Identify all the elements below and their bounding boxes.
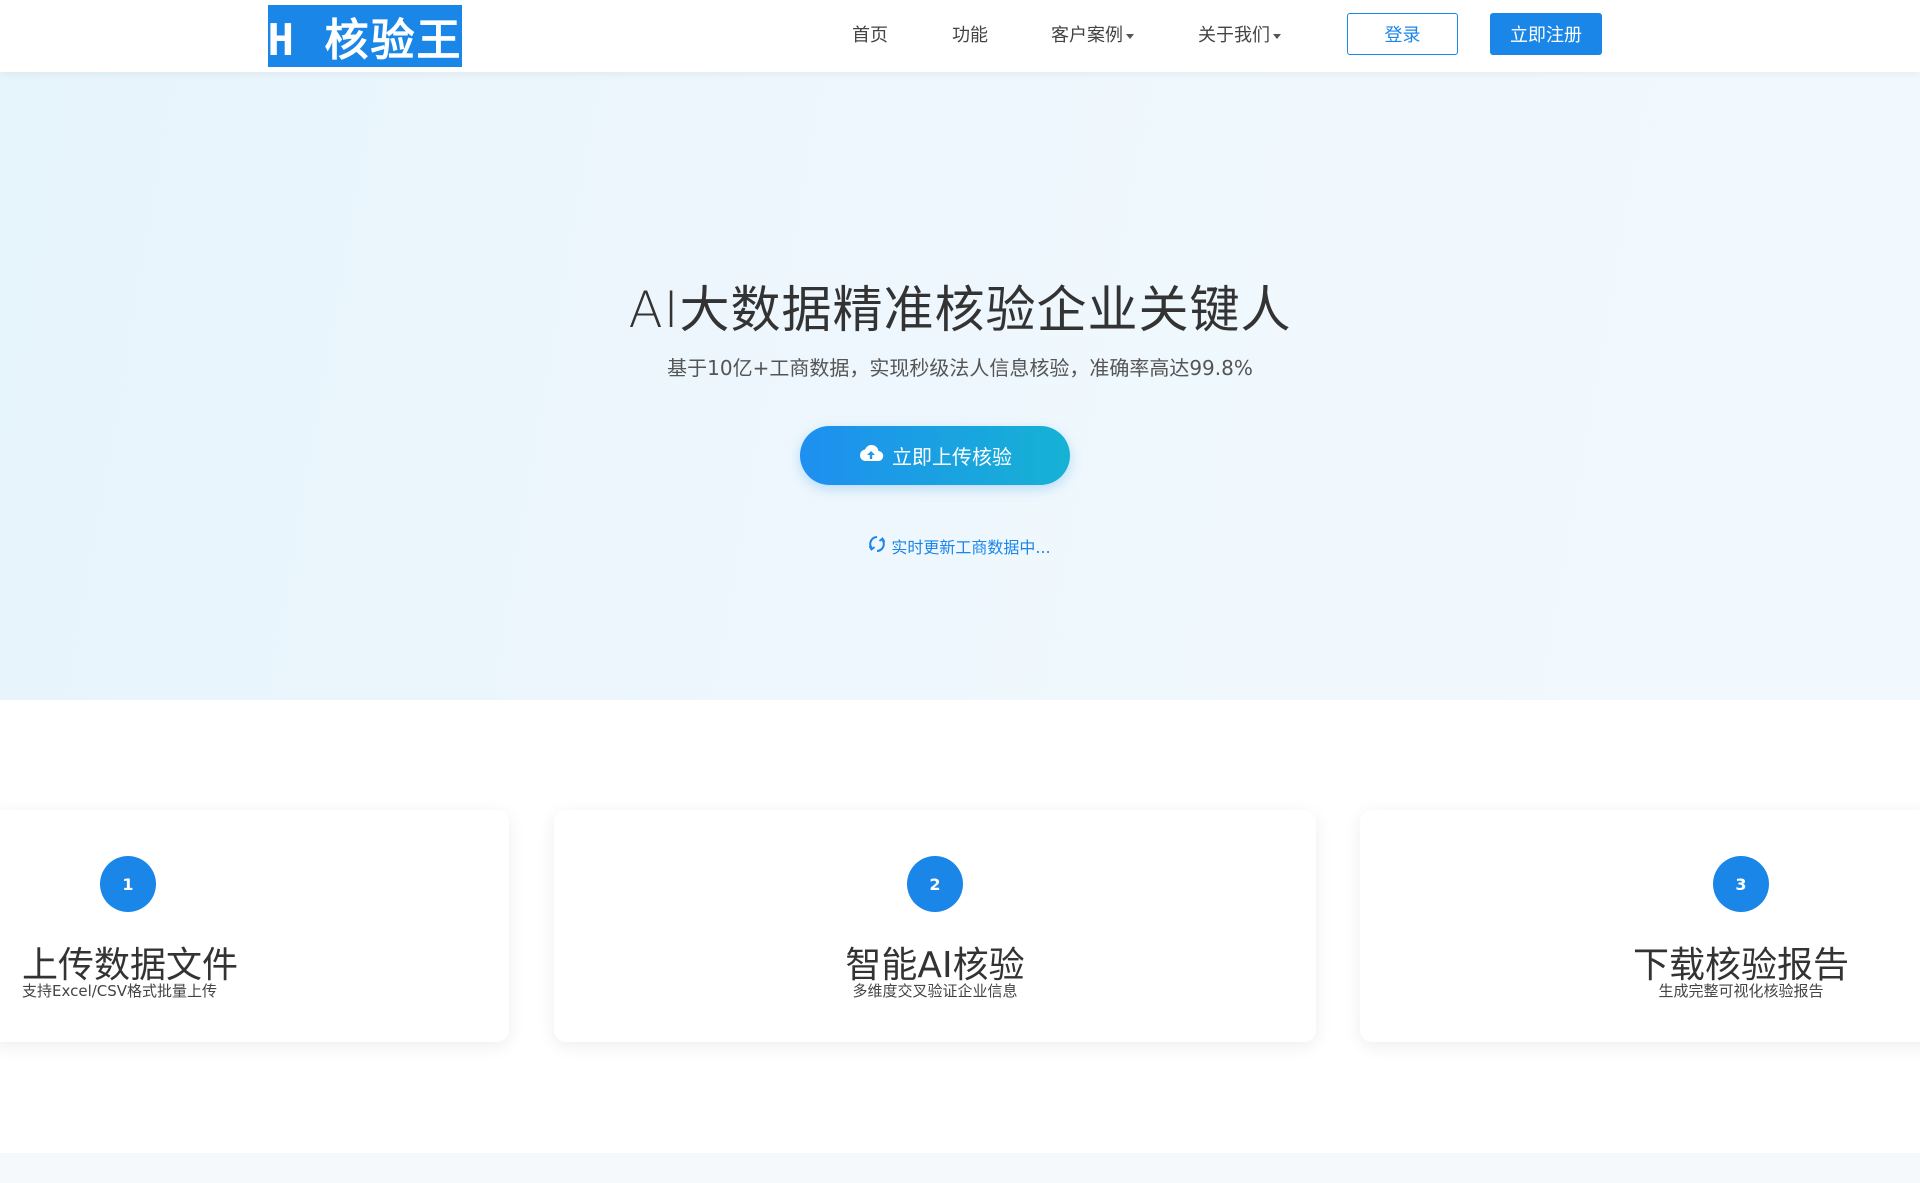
step-number-badge: 1 xyxy=(100,856,156,912)
step-card-upload: 1 上传数据文件 支持Excel/CSV格式批量上传 xyxy=(0,810,509,1042)
nav-customer-cases[interactable]: 客户案例 xyxy=(1051,22,1134,50)
caret-down-icon xyxy=(1273,33,1281,39)
step-description: 支持Excel/CSV格式批量上传 xyxy=(22,982,218,1000)
step-description: 多维度交叉验证企业信息 xyxy=(852,982,1018,1000)
nav-features-label: 功能 xyxy=(952,25,988,46)
hero-section: AI大数据精准核验企业关键人 基于10亿+工商数据，实现秒级法人信息核验，准确率… xyxy=(0,72,1920,700)
hero-title: AI大数据精准核验企业关键人 xyxy=(628,281,1292,339)
data-update-status-text: 实时更新工商数据中... xyxy=(891,538,1051,557)
next-section-edge xyxy=(0,1153,1920,1183)
upload-verify-label: 立即上传核验 xyxy=(892,445,1012,469)
step-card-download-report: 3 下载核验报告 生成完整可视化核验报告 xyxy=(1360,810,1920,1042)
step-card-ai-verify: 2 智能AI核验 多维度交叉验证企业信息 xyxy=(554,810,1316,1042)
nav-about-us-label: 关于我们 xyxy=(1198,25,1270,46)
top-navbar: H 核验王 首页 功能 客户案例 关于我们 登录 立即注册 xyxy=(0,0,1920,72)
upload-verify-button[interactable]: 立即上传核验 xyxy=(800,426,1070,485)
caret-down-icon xyxy=(1126,33,1134,39)
step-number-badge: 2 xyxy=(907,856,963,912)
nav-home[interactable]: 首页 xyxy=(852,22,888,50)
nav-features[interactable]: 功能 xyxy=(952,22,988,50)
cloud-upload-icon xyxy=(858,443,884,468)
nav-customer-cases-label: 客户案例 xyxy=(1051,25,1123,46)
nav-home-label: 首页 xyxy=(852,25,888,46)
step-number-badge: 3 xyxy=(1713,856,1769,912)
nav-about-us[interactable]: 关于我们 xyxy=(1198,22,1281,50)
data-update-status: 实时更新工商数据中... xyxy=(0,534,1920,558)
logo[interactable]: H 核验王 xyxy=(268,5,462,67)
sync-icon xyxy=(869,535,886,557)
hero-subtitle: 基于10亿+工商数据，实现秒级法人信息核验，准确率高达99.8% xyxy=(667,356,1253,380)
login-button[interactable]: 登录 xyxy=(1347,13,1458,55)
register-button[interactable]: 立即注册 xyxy=(1490,13,1602,55)
step-description: 生成完整可视化核验报告 xyxy=(1658,982,1824,1000)
